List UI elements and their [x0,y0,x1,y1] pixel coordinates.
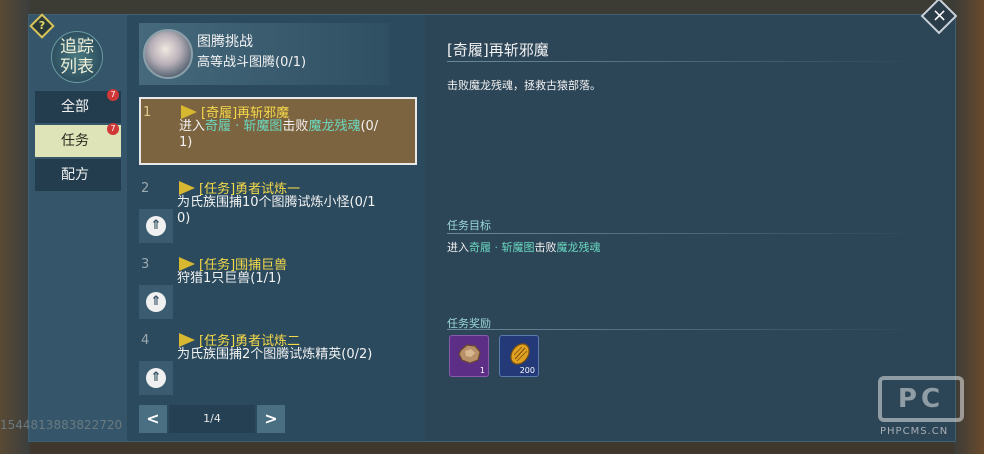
quest-item-3[interactable]: 3 [任务]围捕巨兽 狩猎1只巨兽(1/1) [139,251,417,319]
reward-item-2[interactable]: 200 [499,335,539,377]
quest-list: 图腾挑战 高等战斗图腾(0/1) 1 [奇履]再斩邪魔 进入奇履 · 斩魔图击败… [127,15,425,441]
avatar [143,29,193,79]
quest-description: 狩猎1只巨兽(1/1) [177,271,282,286]
shell-icon [510,343,530,365]
quest-number: 3 [141,257,150,272]
close-icon: × [932,5,948,26]
title-line-1: 追踪 [60,37,94,57]
next-page-button[interactable]: > [257,405,285,433]
prev-page-button[interactable]: < [139,405,167,433]
divider [447,61,927,62]
goal-text: 进入奇履 · 斩魔图击败魔龙残魂 [447,241,601,254]
tab-quests-badge: 7 [107,123,119,135]
reward-item-1[interactable]: 1 [449,335,489,377]
quest-description: 为氏族围捕10个图腾试炼小怪(0/10) [177,195,376,226]
tab-recipes[interactable]: 配方 [35,159,121,191]
quest-arrow-icon [179,181,195,195]
quest-item-4[interactable]: 4 [任务]勇者试炼二 为氏族围捕2个图腾试炼精英(0/2) [139,327,417,395]
quest-arrow-icon [179,333,195,347]
background-left [0,0,30,454]
tab-all-label: 全部 [61,99,89,115]
arrow-up-icon: ⇑ [146,368,166,388]
tab-all[interactable]: 全部 7 [35,89,121,123]
arrow-up-icon: ⇑ [146,216,166,236]
quest-number: 2 [141,181,150,196]
help-icon[interactable]: ? [29,13,55,39]
quest-number: 4 [141,333,150,348]
watermark-id: 1544813883822720 [0,418,123,432]
sidebar: ? 追踪 列表 全部 7 任务 7 配方 [29,13,127,441]
ore-icon [458,344,481,364]
quest-item-1[interactable]: 1 [奇履]再斩邪魔 进入奇履 · 斩魔图击败魔龙残魂(0/1) [139,97,417,165]
move-up-button-3[interactable]: ⇑ [139,285,173,319]
move-up-button-2[interactable]: ⇑ [139,209,173,243]
reward-count: 200 [519,366,535,375]
tracking-list-title: 追踪 列表 [51,31,103,83]
detail-description: 击败魔龙残魂，拯救古猿部落。 [447,79,601,92]
watermark-site: PHPCMS.CN [880,426,949,437]
goal-label: 任务目标 [447,219,491,232]
tab-quests[interactable]: 任务 7 [35,123,121,157]
move-up-button-4[interactable]: ⇑ [139,361,173,395]
header-subtitle: 高等战斗图腾(0/1) [197,55,307,70]
divider [447,233,927,234]
title-line-2: 列表 [60,57,94,77]
tracking-panel: ? 追踪 列表 全部 7 任务 7 配方 图腾挑战 高等战斗图腾(0/1) 1 … [28,13,956,442]
detail-title: [奇履]再斩邪魔 [447,41,549,59]
quest-description: 为氏族围捕2个图腾试炼精英(0/2) [177,347,373,362]
quest-description: 进入奇履 · 斩魔图击败魔龙残魂(0/1) [179,119,379,150]
tab-recipes-label: 配方 [61,167,89,183]
tab-quests-label: 任务 [61,133,89,149]
help-icon-label: ? [38,19,46,32]
header-title: 图腾挑战 [197,34,253,50]
quest-number: 1 [143,105,152,120]
quest-item-2[interactable]: 2 [任务]勇者试炼一 为氏族围捕10个图腾试炼小怪(0/10) [139,175,417,243]
page-indicator: 1/4 [169,405,255,433]
arrow-up-icon: ⇑ [146,292,166,312]
quest-arrow-icon [181,105,197,119]
reward-count: 1 [479,366,485,375]
watermark-logo: PC [878,376,964,422]
quest-arrow-icon [179,257,195,271]
totem-challenge-card[interactable]: 图腾挑战 高等战斗图腾(0/1) [139,23,389,85]
tab-all-badge: 7 [107,89,119,101]
divider [447,329,927,330]
